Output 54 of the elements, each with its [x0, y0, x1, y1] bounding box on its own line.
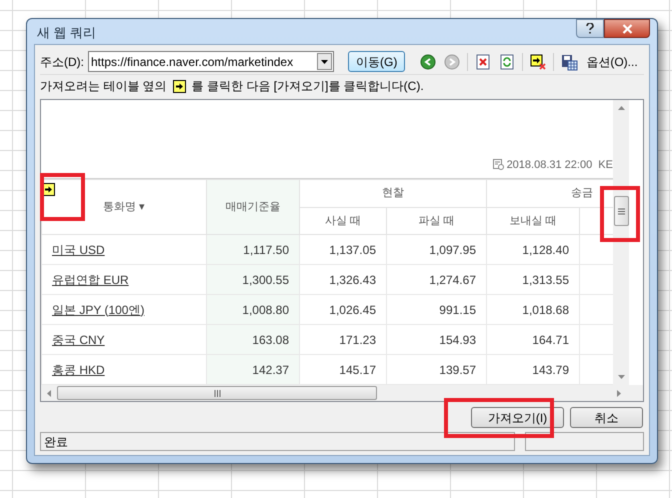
refresh-icon[interactable]	[498, 52, 516, 70]
currency-link[interactable]: 중국 CNY	[52, 332, 105, 346]
column-header[interactable]: 통화명 ▾	[42, 180, 206, 234]
currency-link[interactable]: 홍콩 HKD	[52, 362, 105, 376]
cancel-button[interactable]: 취소	[570, 407, 643, 428]
table-cell: 1,008.80	[206, 294, 300, 324]
help-button[interactable]	[576, 19, 604, 38]
table-cell: 1,137.05	[300, 234, 386, 264]
column-header: 매매기준율	[206, 180, 300, 234]
column-header: 보내실 때	[486, 208, 580, 234]
help-icon	[586, 23, 594, 34]
scrollbar-thumb[interactable]	[614, 196, 628, 226]
status-bar: 완료	[40, 432, 515, 451]
dropdown-caret-icon[interactable]	[317, 53, 332, 70]
options-button[interactable]: 옵션(O)...	[586, 52, 638, 70]
timestamp-text: 2018.08.31 22:00 KE	[506, 158, 613, 172]
import-button[interactable]: 가져오기(I)	[471, 407, 564, 428]
stop-icon[interactable]	[474, 52, 492, 70]
go-button[interactable]: 이동(G)	[348, 51, 406, 72]
table-cell: 163.08	[206, 324, 300, 354]
table-cell: 154.93	[386, 324, 486, 354]
highlight-frame	[40, 173, 85, 221]
table-cell: 171.23	[300, 324, 386, 354]
table-cell: 1,117.50	[206, 234, 300, 264]
close-icon	[622, 24, 632, 34]
table-cell: 142.37	[206, 354, 300, 384]
horizontal-scrollbar[interactable]	[41, 385, 643, 401]
table-cell: 1,097.95	[386, 234, 486, 264]
close-button[interactable]	[604, 19, 650, 38]
table-cell: 1,313.55	[486, 264, 580, 294]
table-cell: 1,018.68	[486, 294, 580, 324]
table-cell: 1,026.45	[300, 294, 386, 324]
table-cell: 164.71	[486, 324, 580, 354]
column-header: 파실 때	[386, 208, 486, 234]
column-header: 현찰	[300, 180, 486, 208]
table-cell: 1,128.40	[486, 234, 580, 264]
table-cell: 1,274.67	[386, 264, 486, 294]
scrollbar-thumb[interactable]	[57, 386, 377, 400]
calendar-icon	[492, 159, 504, 170]
table-cell: 991.15	[386, 294, 486, 324]
table-cell: 1,300.55	[206, 264, 300, 294]
save-query-icon[interactable]	[560, 52, 578, 70]
highlight-frame	[600, 186, 640, 242]
address-field[interactable]: https://finance.naver.com/marketindex	[88, 51, 334, 72]
vertical-scrollbar[interactable]	[613, 100, 629, 385]
window-title: 새 웹 쿼리	[37, 24, 96, 42]
table-cell: 1,326.43	[300, 264, 386, 294]
hide-arrows-icon[interactable]	[529, 52, 548, 70]
column-header: 송금	[486, 180, 613, 208]
instruction-text: 를 클릭한 다음 [가져오기]를 클릭합니다(C).	[192, 78, 424, 95]
address-label: 주소(D):	[40, 54, 84, 70]
instruction-text: 가져오려는 테이블 옆의	[40, 78, 167, 95]
column-header: 사실 때	[300, 208, 386, 234]
currency-link[interactable]: 미국 USD	[52, 242, 105, 256]
